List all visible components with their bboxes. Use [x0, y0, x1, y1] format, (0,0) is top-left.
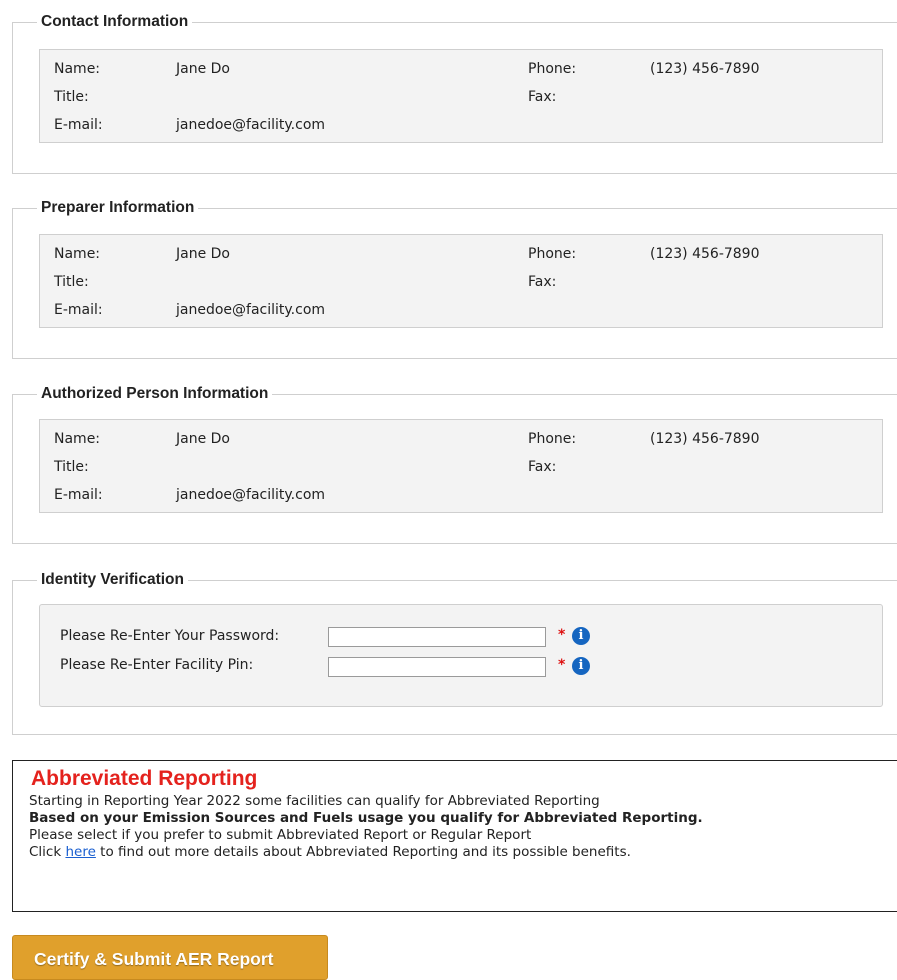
phone-label: Phone:	[528, 246, 577, 262]
fax-label: Fax:	[528, 274, 557, 290]
details-text: to find out more details about Abbreviat…	[95, 844, 631, 860]
email-label: E-mail:	[54, 487, 103, 503]
email-value: janedoe@facility.com	[176, 302, 326, 318]
required-asterisk: *	[558, 627, 566, 643]
section-legend: Preparer Information	[37, 198, 199, 218]
authorized-person-section: Authorized Person Information Name: Jane…	[12, 384, 897, 544]
identity-verification-section: Identity Verification Please Re-Enter Yo…	[12, 570, 897, 735]
preparer-details-panel: Name: Jane Do Phone: (123) 456-7890 Titl…	[39, 234, 883, 328]
email-label: E-mail:	[54, 302, 103, 318]
section-legend: Identity Verification	[37, 570, 188, 590]
preparer-information-section: Preparer Information Name: Jane Do Phone…	[12, 198, 897, 359]
abbreviated-reporting-title: Abbreviated Reporting	[31, 767, 258, 790]
email-value: janedoe@facility.com	[176, 117, 326, 133]
info-circle-icon[interactable]: i	[572, 627, 590, 645]
email-label: E-mail:	[54, 117, 103, 133]
phone-label: Phone:	[528, 431, 577, 447]
password-input[interactable]	[328, 627, 546, 647]
fax-label: Fax:	[528, 459, 557, 475]
here-link[interactable]: here	[65, 844, 95, 860]
title-label: Title:	[54, 89, 89, 105]
info-circle-icon[interactable]: i	[572, 657, 590, 675]
name-value: Jane Do	[176, 61, 230, 77]
facility-pin-input[interactable]	[328, 657, 546, 677]
abbreviated-qualify-line: Based on your Emission Sources and Fuels…	[29, 810, 703, 826]
abbreviated-select-line: Please select if you prefer to submit Ab…	[29, 827, 532, 843]
password-label: Please Re-Enter Your Password:	[60, 628, 280, 644]
phone-value: (123) 456-7890	[650, 431, 760, 447]
phone-value: (123) 456-7890	[650, 61, 760, 77]
contact-details-panel: Name: Jane Do Phone: (123) 456-7890 Titl…	[39, 49, 883, 143]
facility-pin-label: Please Re-Enter Facility Pin:	[60, 657, 254, 673]
required-asterisk: *	[558, 657, 566, 673]
section-legend: Contact Information	[37, 12, 193, 32]
phone-value: (123) 456-7890	[650, 246, 760, 262]
certify-submit-button[interactable]: Certify & Submit AER Report	[12, 935, 328, 980]
section-legend: Authorized Person Information	[37, 384, 273, 404]
name-value: Jane Do	[176, 431, 230, 447]
authorized-person-details-panel: Name: Jane Do Phone: (123) 456-7890 Titl…	[39, 419, 883, 513]
contact-information-section: Contact Information Name: Jane Do Phone:…	[12, 12, 897, 174]
fax-label: Fax:	[528, 89, 557, 105]
name-label: Name:	[54, 61, 101, 77]
phone-label: Phone:	[528, 61, 577, 77]
title-label: Title:	[54, 459, 89, 475]
abbreviated-reporting-box: Abbreviated Reporting Starting in Report…	[12, 760, 897, 912]
abbreviated-info-line: Starting in Reporting Year 2022 some fac…	[29, 793, 600, 809]
name-value: Jane Do	[176, 246, 230, 262]
email-value: janedoe@facility.com	[176, 487, 326, 503]
title-label: Title:	[54, 274, 89, 290]
name-label: Name:	[54, 246, 101, 262]
abbreviated-details-line: Click here to find out more details abou…	[29, 844, 897, 861]
identity-verification-panel: Please Re-Enter Your Password: * i Pleas…	[39, 604, 883, 707]
name-label: Name:	[54, 431, 101, 447]
click-text: Click	[29, 844, 66, 860]
